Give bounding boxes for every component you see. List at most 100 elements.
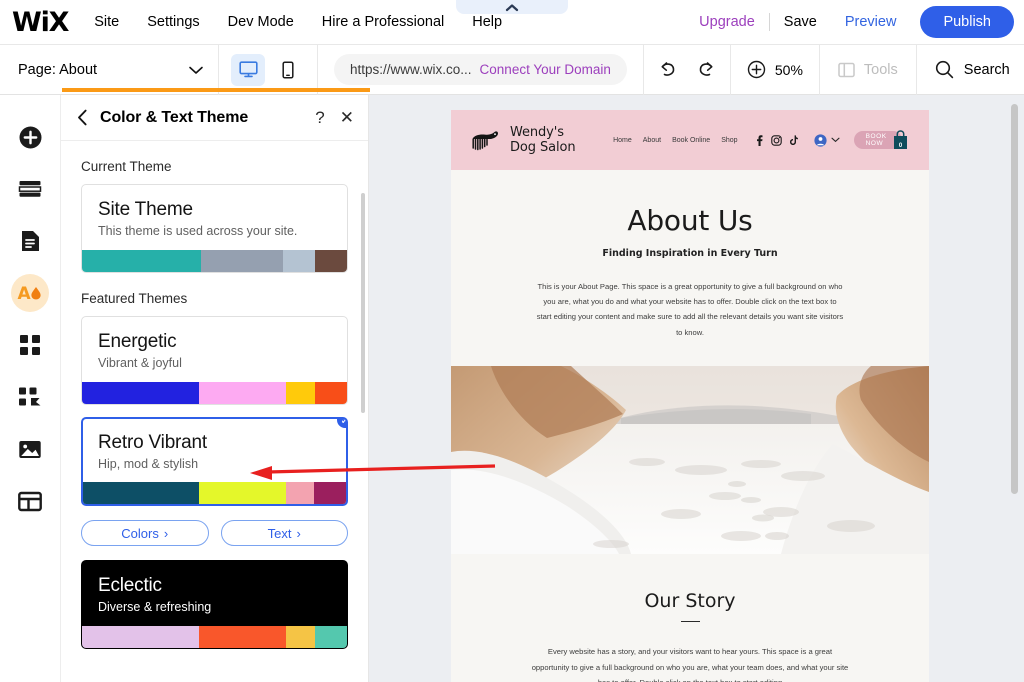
dog-logo-icon [471,129,501,151]
editor-canvas[interactable]: Wendy's Dog Salon Home About Book Online… [369,95,1024,682]
theme-card-eclectic[interactable]: Eclectic Diverse & refreshing [81,560,348,649]
canvas-scrollbar[interactable] [1011,104,1018,494]
site-nav-book-online[interactable]: Book Online [672,137,710,144]
theme-swatch [315,250,347,272]
site-nav-home[interactable]: Home [613,137,632,144]
tools-panel-icon [838,62,855,78]
sidebar-item-sections[interactable] [8,163,52,215]
panel-header: Color & Text Theme ? ✕ [61,95,368,141]
upgrade-link[interactable]: Upgrade [685,14,769,30]
close-icon[interactable]: ✕ [340,109,354,126]
theme-card-retro-vibrant[interactable]: ✓ Retro Vibrant Hip, mod & stylish [81,417,348,506]
sidebar-item-media[interactable] [8,423,52,475]
theme-desc: Vibrant & joyful [98,356,331,370]
sidebar-item-content-manager[interactable] [8,475,52,527]
site-account-menu[interactable] [814,134,840,147]
puzzle-icon [18,386,42,408]
page-subtitle: Finding Inspiration in Every Turn [451,248,929,259]
connect-domain-link[interactable]: Connect Your Domain [480,62,611,77]
mobile-view-button[interactable] [271,54,305,86]
undo-button[interactable] [658,61,678,79]
search-button[interactable]: Search [917,45,1022,95]
facebook-icon [756,135,763,146]
story-title: Our Story [451,590,929,612]
page-name-label: About [59,62,97,78]
theme-swatch [315,626,347,648]
preview-button[interactable]: Preview [831,14,911,30]
panel-scrollbar[interactable] [361,193,365,413]
site-nav-about[interactable]: About [643,137,661,144]
sidebar-item-site-design[interactable]: A [8,267,52,319]
site-brand-name: Wendy's Dog Salon [510,125,583,155]
theme-swatches [83,482,346,504]
tiktok-icon [790,135,798,146]
divider [317,45,318,95]
panel-back-button[interactable] [77,109,88,126]
top-bar-actions: Upgrade Save Preview Publish [685,6,1014,38]
tools-button[interactable]: Tools [820,45,916,95]
theme-card-energetic[interactable]: Energetic Vibrant & joyful [81,316,348,405]
theme-swatches [82,626,347,648]
current-theme-label: Current Theme [81,159,348,174]
menu-site[interactable]: Site [94,14,119,30]
collapse-toolbar-tab[interactable] [456,0,568,14]
theme-swatch [201,250,283,272]
theme-swatch [199,382,286,404]
zoom-level-label: 50% [775,62,803,78]
cart-button[interactable]: 0 [892,130,909,150]
save-button[interactable]: Save [770,14,831,30]
sidebar-item-apps-market[interactable] [8,319,52,371]
theme-swatches [82,382,347,404]
theme-swatch [286,482,315,504]
site-url-bar[interactable]: https://www.wix.co... Connect Your Domai… [334,54,627,85]
panel-header-actions: ? ✕ [315,109,354,126]
site-social-links [756,135,798,146]
sidebar-item-pages[interactable] [8,215,52,267]
colors-button[interactable]: Colors › [81,520,209,546]
panel-body: Current Theme Site Theme This theme is u… [61,141,368,682]
theme-actions: Colors › Text › [81,520,348,546]
theme-swatches [82,250,347,272]
mobile-icon [282,61,294,79]
site-header: Wendy's Dog Salon Home About Book Online… [451,110,929,170]
viewport-toggle [219,45,317,95]
theme-swatch [82,250,201,272]
zoom-control[interactable]: 50% [731,45,819,95]
wix-logo[interactable]: WiX [12,7,68,38]
cart-count: 0 [899,143,902,149]
redo-button[interactable] [696,61,716,79]
title-divider [681,621,700,623]
theme-name: Energetic [98,331,331,353]
instagram-icon [771,135,782,146]
theme-swatch [314,482,346,504]
sidebar-item-add-elements[interactable] [8,111,52,163]
theme-swatch [283,250,315,272]
undo-icon [658,61,678,79]
story-paragraph[interactable]: Every website has a story, and your visi… [530,644,850,682]
text-label: Text [268,526,292,541]
sidebar-item-my-business[interactable] [8,371,52,423]
theme-card-site-theme[interactable]: Site Theme This theme is used across you… [81,184,348,273]
wix-editor-window: WiX Site Settings Dev Mode Hire a Profes… [0,0,1024,682]
menu-dev-mode[interactable]: Dev Mode [228,14,294,30]
site-nav: Home About Book Online Shop [613,137,737,144]
menu-settings[interactable]: Settings [147,14,199,30]
color-text-theme-panel: Color & Text Theme ? ✕ Current Theme Sit… [61,95,369,682]
plus-circle-icon [18,125,43,150]
chevron-right-icon: › [164,526,168,541]
menu-hire-a-professional[interactable]: Hire a Professional [322,14,445,30]
page-prefix-label: Page: [18,62,56,78]
menu-help[interactable]: Help [472,14,502,30]
top-menu: Site Settings Dev Mode Hire a Profession… [94,14,502,30]
undo-redo-group [644,45,730,95]
page-selector[interactable]: Page: About [0,45,218,95]
page-title: About Us [451,204,929,237]
hero-image[interactable] [451,366,929,554]
hero-paragraph[interactable]: This is your About Page. This space is a… [535,279,845,340]
publish-button[interactable]: Publish [920,6,1014,38]
site-nav-shop[interactable]: Shop [721,137,737,144]
desktop-view-button[interactable] [231,54,265,86]
page-icon [20,229,41,253]
text-button[interactable]: Text › [221,520,349,546]
help-icon[interactable]: ? [315,109,324,126]
